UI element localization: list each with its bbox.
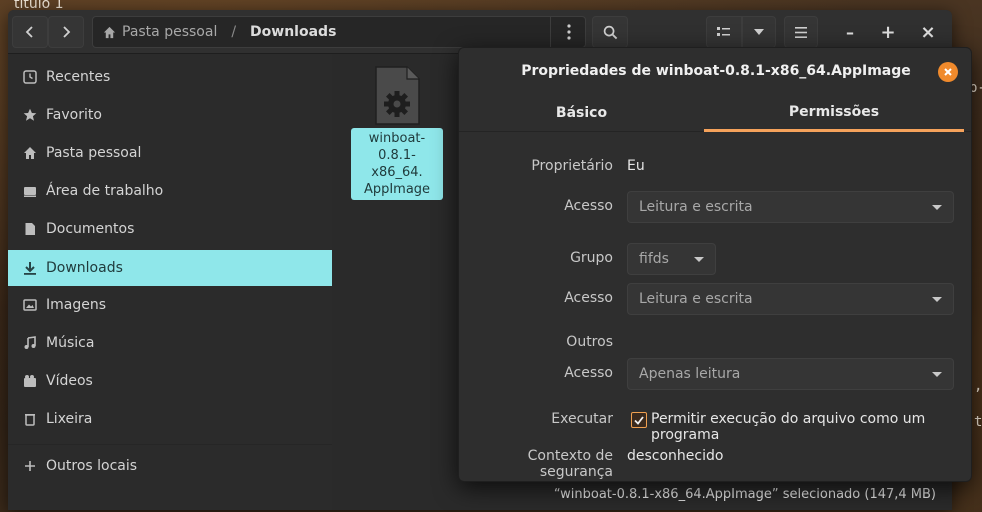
background-text-fragment: t [974,414,982,430]
properties-dialog: Propriedades de winboat-0.8.1-x86_64.App… [458,47,972,482]
image-icon [22,297,38,313]
file-name-line: x86_64. [371,165,423,180]
search-button[interactable] [592,16,628,48]
dialog-title: Propriedades de winboat-0.8.1-x86_64.App… [521,63,911,79]
group-access-label: Acesso [564,290,613,306]
list-view-icon [717,27,730,36]
group-dropdown[interactable]: fifds [627,243,716,275]
dropdown-arrow-icon [932,372,942,377]
home-icon [103,26,116,38]
group-value: fifds [639,251,669,267]
chevron-down-icon [754,29,764,35]
path-bar[interactable]: Pasta pessoal / Downloads [92,16,586,48]
sidebar-item-downloads[interactable]: Downloads [8,250,332,286]
dropdown-arrow-icon [932,297,942,302]
owner-access-value: Leitura e escrita [639,199,753,215]
security-context-label: Contexto de segurança [527,448,613,480]
download-icon [22,260,38,276]
minimize-button[interactable]: – [832,16,868,48]
search-icon [603,25,617,39]
others-label: Outros [566,334,613,350]
group-label: Grupo [570,250,613,266]
sidebar-item-label: Vídeos [46,373,93,389]
sidebar-item-label: Pasta pessoal [46,145,142,161]
file-name-line: AppImage [363,182,431,197]
sidebar-item-favorito[interactable]: Favorito [8,97,332,133]
execute-label: Executar [551,411,613,427]
owner-label: Proprietário [531,158,613,174]
trash-icon [22,411,38,427]
breadcrumb-home[interactable]: Pasta pessoal [122,24,217,40]
music-icon [22,335,38,351]
forward-button[interactable] [48,16,84,48]
main-menu-button[interactable] [784,16,818,48]
home-icon [22,145,38,161]
execute-checkbox[interactable] [631,412,647,428]
dropdown-arrow-icon [932,205,942,210]
dialog-close-button[interactable] [938,62,958,82]
file-item[interactable]: winboat-0.8.1- x86_64. AppImage [351,66,443,200]
sidebar-item-imagens[interactable]: Imagens [8,287,332,323]
star-icon [22,107,38,123]
others-access-dropdown[interactable]: Apenas leitura [627,358,954,390]
status-bar: “winboat-0.8.1-x86_64.AppImage” selecion… [549,485,940,504]
others-access-label: Acesso [564,365,613,381]
security-context-value: desconhecido [627,448,724,464]
sidebar-item-pasta-pessoal[interactable]: Pasta pessoal [8,135,332,171]
sidebar-item-label: Imagens [46,297,107,313]
close-icon [944,68,952,76]
owner-access-label: Acesso [564,198,613,214]
sidebar-item-label: Recentes [46,69,111,85]
dialog-tabs: Básico Permissões [459,94,971,132]
sidebar-item-videos[interactable]: Vídeos [8,363,332,399]
back-button[interactable] [12,16,48,48]
sidebar-item-label: Downloads [46,260,123,276]
breadcrumb-current[interactable]: Downloads [250,24,336,40]
hamburger-menu-icon [795,26,807,38]
breadcrumb-separator: / [231,24,237,40]
sidebar-item-label: Documentos [46,221,135,237]
plus-icon [22,458,38,474]
file-name-line: winboat-0.8.1- [368,131,426,163]
video-icon [22,373,38,389]
sidebar-item-label: Música [46,335,95,351]
tab-permissoes[interactable]: Permissões [704,94,964,132]
owner-value: Eu [627,158,645,174]
maximize-button[interactable]: + [870,16,906,48]
others-access-value: Apenas leitura [639,366,741,382]
file-name-label: winboat-0.8.1- x86_64. AppImage [351,128,443,200]
view-options-button[interactable] [742,16,776,48]
path-menu-button[interactable] [550,16,586,48]
tab-basico[interactable]: Básico [459,94,704,132]
executable-gear-icon [375,66,420,125]
owner-access-dropdown[interactable]: Leitura e escrita [627,191,954,223]
sidebar: Recentes Favorito Pasta pessoal Área de … [8,54,332,510]
chevron-right-icon [63,26,71,38]
sidebar-item-musica[interactable]: Música [8,325,332,361]
dropdown-arrow-icon [694,257,704,262]
execute-checkbox-label[interactable]: Permitir execução do arquivo como um pro… [651,411,971,443]
sidebar-item-documentos[interactable]: Documentos [8,211,332,247]
sidebar-item-area-de-trabalho[interactable]: Área de trabalho [8,173,332,209]
group-access-value: Leitura e escrita [639,291,753,307]
close-window-button[interactable]: × [910,16,946,48]
clock-icon [22,69,38,85]
document-icon [22,221,38,237]
sidebar-item-outros-locais[interactable]: Outros locais [8,448,332,484]
sidebar-item-recentes[interactable]: Recentes [8,59,332,95]
group-access-dropdown[interactable]: Leitura e escrita [627,283,954,315]
sidebar-item-label: Favorito [46,107,102,123]
sidebar-divider [8,444,332,445]
sidebar-item-label: Outros locais [46,458,138,474]
checkmark-icon [634,415,644,425]
desktop-icon [22,183,38,199]
sidebar-item-lixeira[interactable]: Lixeira [8,401,332,437]
sidebar-item-label: Lixeira [46,411,93,427]
sidebar-item-label: Área de trabalho [46,183,164,199]
background-text-fragment: , [974,378,982,394]
view-list-button[interactable] [706,16,742,48]
vertical-dots-icon [566,24,571,40]
chevron-left-icon [25,26,33,38]
